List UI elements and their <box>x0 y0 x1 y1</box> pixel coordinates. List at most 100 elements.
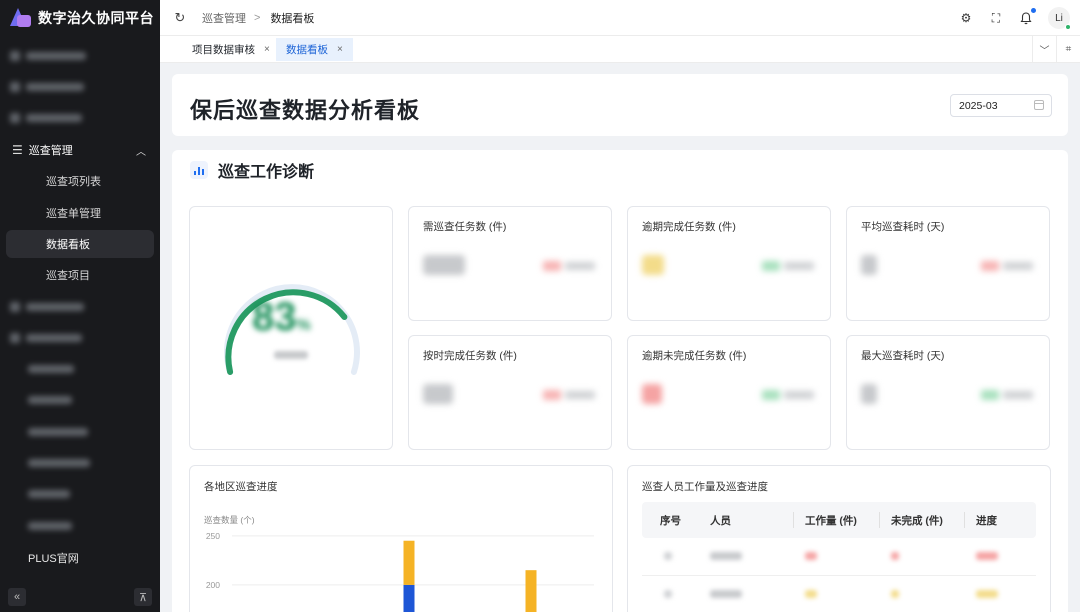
metric-label: 按时完成任务数 (件) <box>423 350 517 362</box>
tab-dashboard[interactable]: 数据看板 × <box>276 38 353 61</box>
region-progress-bar-chart: 150200250 <box>206 531 594 612</box>
settings-gear-icon[interactable]: ⚙ <box>958 10 974 26</box>
sidebar-item-blurred[interactable] <box>6 324 154 352</box>
metric-value <box>642 384 662 404</box>
tab-label: 项目数据审核 <box>192 44 255 56</box>
gauge-value: 83% <box>252 295 311 339</box>
metric-label: 需巡查任务数 (件) <box>423 221 507 233</box>
close-icon[interactable]: × <box>264 44 270 55</box>
top-header: ↻ 巡查管理 > 数据看板 ⚙ ⛶ Li <box>160 0 1080 36</box>
sidebar-item-label: 巡查项目 <box>46 270 90 282</box>
sidebar-item-patrol-list[interactable]: 巡查项列表 <box>6 167 154 195</box>
brand[interactable]: 数字治久协同平台 <box>0 0 160 36</box>
bar-segment[interactable] <box>525 570 537 612</box>
sidebar-item-patrol-projects[interactable]: 巡查项目 <box>6 261 154 289</box>
bar-segment[interactable] <box>403 584 415 612</box>
sidebar-item-blurred[interactable] <box>6 42 154 70</box>
metric-box: 逾期未完成任务数 (件) <box>627 335 831 450</box>
sidebar-item-blurred[interactable] <box>6 480 154 508</box>
breadcrumb-parent[interactable]: 巡查管理 <box>202 10 246 26</box>
online-status-dot <box>1065 24 1071 30</box>
month-picker-value: 2025-03 <box>959 99 998 112</box>
sidebar-item-label: 巡查单管理 <box>46 208 101 220</box>
brand-title: 数字治久协同平台 <box>38 10 154 26</box>
tab-bar: 项目数据审核 × 数据看板 × ﹀ ⌗ <box>160 36 1080 63</box>
column-header[interactable]: 工作量 (件) <box>805 502 857 538</box>
pin-icon[interactable]: ⊼ <box>134 588 152 606</box>
metric-trend <box>981 388 1035 402</box>
sidebar-item-blurred[interactable] <box>6 73 154 101</box>
bell-icon[interactable] <box>1018 8 1036 26</box>
sidebar-item-blurred[interactable] <box>6 293 154 321</box>
sidebar-item-blurred[interactable] <box>6 418 154 446</box>
menu-icon: ☰ <box>12 143 23 157</box>
metric-trend <box>762 259 816 273</box>
refresh-icon[interactable]: ↻ <box>172 10 188 26</box>
tab-label: 数据看板 <box>286 44 328 56</box>
breadcrumb-current: 数据看板 <box>270 12 315 25</box>
tabs-dropdown-chevron-icon[interactable]: ﹀ <box>1032 36 1056 63</box>
metric-value <box>423 384 453 404</box>
close-icon[interactable]: × <box>337 44 343 55</box>
month-picker[interactable]: 2025-03 <box>950 94 1052 117</box>
user-avatar[interactable]: Li <box>1048 7 1071 30</box>
column-header[interactable]: 未完成 (件) <box>891 502 943 538</box>
metric-label: 平均巡查耗时 (天) <box>861 221 945 233</box>
region-progress-chart-box: 各地区巡查进度 巡查数量 (个) 150200250 <box>189 465 613 612</box>
table-cell <box>710 590 742 598</box>
column-header[interactable]: 序号 <box>660 502 681 538</box>
calendar-icon <box>1034 100 1044 110</box>
table-row[interactable] <box>642 576 1036 612</box>
metric-label: 最大巡查耗时 (天) <box>861 350 945 362</box>
sidebar-group-label: 巡查管理 <box>28 145 73 157</box>
tab-focus-icon[interactable]: ⌗ <box>1056 36 1080 63</box>
sidebar-item-blurred[interactable] <box>6 512 154 540</box>
sidebar-item-blurred[interactable] <box>6 104 154 132</box>
sidebar-group-patrol[interactable]: ☰ 巡查管理 ︿ <box>6 136 154 164</box>
metric-label: 逾期未完成任务数 (件) <box>642 350 747 362</box>
staff-workload-box: 巡查人员工作量及巡查进度 序号 人员 工作量 (件) 未完成 (件) 进度 <box>627 465 1051 612</box>
brand-logo-icon <box>8 8 32 28</box>
metric-box: 逾期完成任务数 (件) <box>627 206 831 321</box>
metric-value <box>423 255 465 275</box>
y-tick-label: 250 <box>206 531 220 541</box>
collapse-sidebar-icon[interactable]: « <box>8 588 26 606</box>
table-cell <box>891 552 899 560</box>
bar-segment[interactable] <box>403 540 415 585</box>
diagnosis-card: 巡查工作诊断 83% 需巡查任务数 (件) 逾期完成任务数 (件) 平均巡查耗时… <box>172 150 1068 612</box>
avatar-initials: Li <box>1055 12 1063 24</box>
table-cell <box>664 590 672 598</box>
sidebar-item-dashboard[interactable]: 数据看板 <box>6 230 154 258</box>
metric-value <box>861 255 877 275</box>
column-header[interactable]: 人员 <box>710 502 731 538</box>
metric-trend <box>981 259 1035 273</box>
table-title: 巡查人员工作量及巡查进度 <box>642 481 768 493</box>
gauge-caption <box>274 351 308 359</box>
sidebar-item-blurred[interactable] <box>6 355 154 383</box>
page-title: 保后巡查数据分析看板 <box>190 98 421 123</box>
table-cell <box>891 590 899 598</box>
table-header: 序号 人员 工作量 (件) 未完成 (件) 进度 <box>642 502 1036 538</box>
bar-chart-icon <box>190 161 208 179</box>
sidebar-item-blurred[interactable] <box>6 386 154 414</box>
metric-label: 逾期完成任务数 (件) <box>642 221 736 233</box>
table-cell <box>710 552 742 560</box>
table-cell <box>976 590 998 598</box>
column-header[interactable]: 进度 <box>976 502 997 538</box>
sidebar-item-blurred[interactable] <box>6 449 154 477</box>
sidebar: 数字治久协同平台 ☰ 巡查管理 ︿ 巡查项列表 巡查单管理 数据看板 巡查项目 … <box>0 0 160 612</box>
metric-box: 平均巡查耗时 (天) <box>846 206 1050 321</box>
sidebar-item-label: PLUS官网 <box>28 553 79 565</box>
fullscreen-icon[interactable]: ⛶ <box>988 10 1004 26</box>
tab-project-data-review[interactable]: 项目数据审核 × <box>182 38 280 61</box>
notification-badge <box>1031 8 1036 13</box>
y-tick-label: 200 <box>206 580 220 590</box>
sidebar-item-patrol-orders[interactable]: 巡查单管理 <box>6 199 154 227</box>
table-cell <box>664 552 672 560</box>
sidebar-item-plus-site[interactable]: PLUS官网 <box>6 544 154 572</box>
chevron-up-icon: ︿ <box>136 146 146 158</box>
table-cell <box>805 590 817 598</box>
section-header: 巡查工作诊断 <box>190 160 314 181</box>
table-row[interactable] <box>642 538 1036 576</box>
metric-box: 按时完成任务数 (件) <box>408 335 612 450</box>
